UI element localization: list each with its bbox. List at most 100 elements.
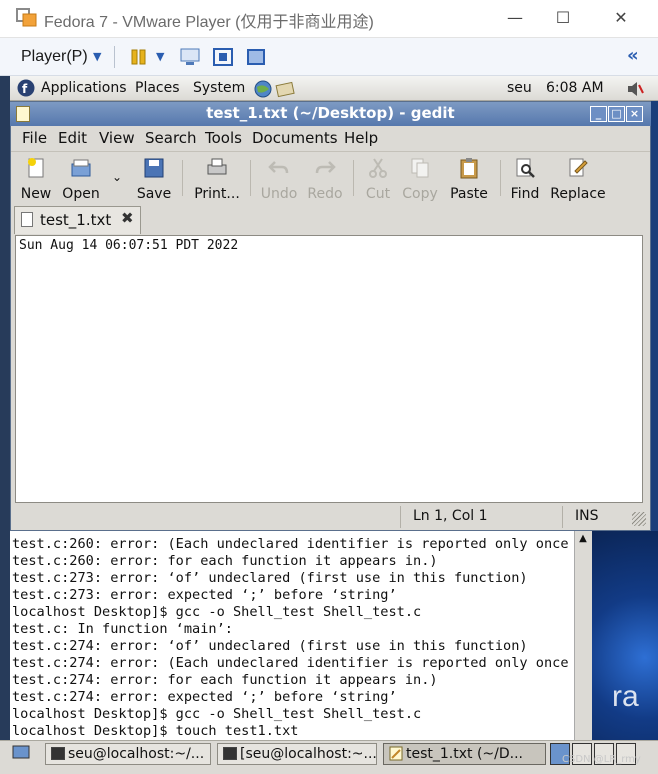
resize-grip-icon[interactable] [632, 512, 646, 526]
cut-label: Cut [365, 186, 391, 202]
copy-icon [411, 158, 429, 178]
desktop-left-edge [0, 76, 10, 740]
gedit-close-button[interactable]: × [626, 106, 643, 122]
forward-icon[interactable]: « [627, 45, 639, 66]
clipboard-icon [460, 158, 478, 179]
gedit-maximize-button[interactable]: □ [608, 106, 625, 122]
text-file-icon [21, 212, 33, 227]
tab-label[interactable]: test_1.txt [40, 211, 111, 229]
panel-clock[interactable]: 6:08 AM [546, 80, 604, 96]
terminal-line: test.c:273: error: expected ‘;’ before ‘… [12, 587, 397, 603]
replace-button[interactable]: Replace [548, 153, 608, 202]
tab-close-icon[interactable]: ✖ [121, 209, 134, 227]
menu-documents[interactable]: Documents [252, 129, 338, 147]
watermark-text: CSDN @LR_rmy [562, 754, 641, 765]
terminal-line: test.c:274: error: ‘of’ undeclared (firs… [12, 638, 528, 654]
vmware-logo-icon [16, 8, 37, 27]
replace-icon [569, 158, 588, 177]
undo-button[interactable]: Undo [260, 153, 298, 202]
paste-button[interactable]: Paste [446, 153, 492, 202]
scroll-up-arrow-icon[interactable]: ▲ [574, 533, 592, 549]
print-button[interactable]: Print... [192, 153, 242, 202]
undo-label: Undo [260, 186, 298, 202]
menu-file[interactable]: File [22, 129, 47, 147]
paste-label: Paste [450, 186, 488, 202]
find-button[interactable]: Find [508, 153, 542, 202]
copy-button[interactable]: Copy [400, 153, 440, 202]
toolbar-divider [114, 46, 115, 68]
gedit-statusbar [11, 505, 650, 530]
redo-label: Redo [307, 186, 343, 202]
places-menu[interactable]: Places [135, 80, 180, 96]
menu-view[interactable]: View [99, 129, 135, 147]
panel-user-name[interactable]: seu [507, 80, 532, 96]
print-label: Print... [194, 186, 240, 202]
terminal-icon [51, 747, 65, 760]
terminal-scrollbar[interactable] [574, 531, 592, 742]
web-browser-icon[interactable] [254, 80, 272, 98]
svg-text:f: f [22, 82, 28, 96]
terminal-line: localhost Desktop]$ touch test1.txt [12, 723, 299, 739]
minimize-button[interactable]: — [502, 6, 528, 30]
terminal-line: test.c: In function ‘main’: [12, 621, 233, 637]
save-icon [144, 158, 164, 178]
terminal-line: test.c:260: error: (Each undeclared iden… [12, 536, 569, 552]
chevron-down-icon[interactable]: ▼ [156, 50, 164, 63]
maximize-button[interactable]: ☐ [550, 6, 576, 30]
terminal-line: test.c:273: error: ‘of’ undeclared (firs… [12, 570, 528, 586]
applications-menu[interactable]: Applications [41, 80, 127, 96]
terminal-line: localhost Desktop]$ gcc -o Shell_test Sh… [12, 706, 422, 722]
find-label: Find [510, 186, 540, 202]
taskbar-item-terminal-1[interactable]: seu@localhost:~/... [45, 743, 211, 765]
terminal-line: test.c:274: error: (Each undeclared iden… [12, 655, 569, 671]
editor-content: Sun Aug 14 06:07:51 PDT 2022 [19, 238, 239, 253]
cut-button[interactable]: Cut [362, 153, 394, 202]
fedora-logo-icon[interactable]: f [17, 79, 35, 97]
unity-icon[interactable] [246, 48, 266, 66]
chevron-down-icon[interactable]: ⌄ [112, 170, 122, 184]
taskbar-item-gedit[interactable]: test_1.txt (~/D... [383, 743, 546, 765]
wallpaper-brand-text: ra [612, 680, 639, 713]
pause-icon[interactable] [131, 49, 147, 65]
status-divider [562, 506, 563, 528]
insert-mode: INS [575, 508, 599, 524]
chevron-down-icon[interactable]: ▼ [93, 50, 101, 63]
taskbar-item-terminal-2[interactable]: [seu@localhost:~... [217, 743, 377, 765]
terminal-line: test.c:274: error: for each function it … [12, 672, 438, 688]
redo-button[interactable]: Redo [306, 153, 344, 202]
redo-icon [315, 161, 336, 174]
toolbar-divider [182, 160, 183, 196]
fullscreen-icon[interactable] [213, 48, 233, 66]
open-button[interactable]: Open [60, 153, 102, 202]
send-ctrl-alt-del-icon[interactable] [180, 48, 200, 66]
save-button[interactable]: Save [136, 153, 172, 202]
menu-tools[interactable]: Tools [205, 129, 242, 147]
terminal-line: localhost Desktop]$ gcc -o Shell_test Sh… [12, 604, 422, 620]
copy-label: Copy [402, 186, 438, 202]
menu-edit[interactable]: Edit [58, 129, 87, 147]
new-button[interactable]: New [18, 153, 54, 202]
find-icon [516, 158, 535, 178]
player-menu-button[interactable]: Player(P) [21, 48, 88, 66]
text-editor-icon [389, 746, 403, 761]
gedit-minimize-button[interactable]: _ [590, 106, 607, 122]
open-label: Open [62, 186, 100, 202]
scissors-icon [369, 158, 387, 178]
close-button[interactable]: ✕ [608, 6, 634, 30]
menu-search[interactable]: Search [145, 129, 197, 147]
new-label: New [20, 186, 52, 202]
text-editor-area[interactable] [15, 235, 643, 503]
system-menu[interactable]: System [193, 80, 245, 96]
gedit-window-title: test_1.txt (~/Desktop) - gedit [206, 104, 455, 122]
cursor-position: Ln 1, Col 1 [413, 508, 488, 524]
open-folder-icon [71, 159, 91, 177]
email-icon[interactable] [275, 80, 295, 98]
undo-icon [268, 161, 289, 174]
menu-help[interactable]: Help [344, 129, 378, 147]
terminal-line: test.c:274: error: expected ‘;’ before ‘… [12, 689, 397, 705]
show-desktop-icon[interactable] [12, 745, 30, 761]
volume-icon[interactable] [626, 80, 644, 98]
vmware-window-title: Fedora 7 - VMware Player (仅用于非商业用途) [44, 14, 374, 31]
terminal-line: test.c:260: error: for each function it … [12, 553, 438, 569]
terminal-icon [223, 747, 237, 760]
